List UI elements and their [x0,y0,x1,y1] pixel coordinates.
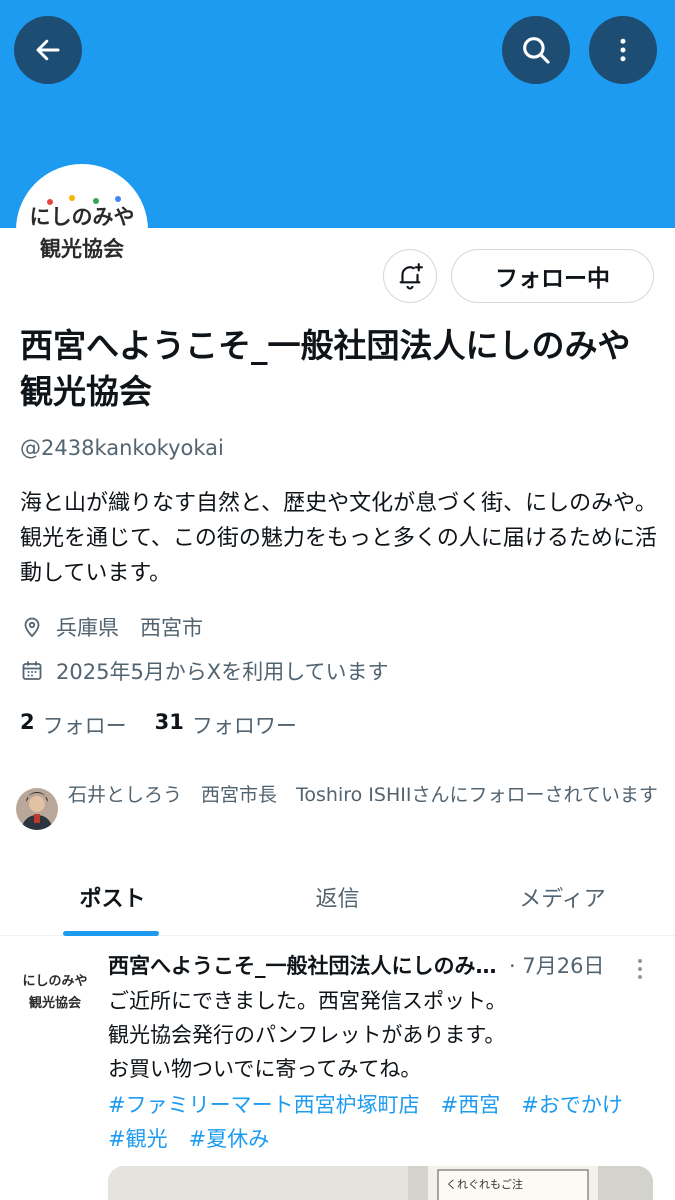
followers-count: 31 [154,710,184,734]
notify-button[interactable] [383,249,437,303]
post-media-image[interactable]: くれぐれもご注 [108,1166,653,1200]
profile-tabs: ポスト 返信 メディア [0,864,675,936]
followed-by-row[interactable]: 石井としろう 西宮市長 Toshiro ISHIIさんにフォローされています [16,780,666,830]
avatar-logo-text: にしのみや [22,974,87,989]
following-button[interactable]: フォロー中 [451,249,654,303]
post-avatar[interactable]: にしのみや 観光協会 [16,949,94,1027]
profile-bio: 海と山が織りなす自然と、歴史や文化が息づく街、にしのみや。 観光を通じて、この街… [20,491,657,586]
bell-plus-icon [399,263,423,290]
more-dot [638,967,642,971]
following-label: フォロー [42,714,127,738]
joined-text: 2025年5月からXを利用しています [56,660,389,684]
post-header: 西宮へようこそ_一般社団法人にしのみや観光協会 · 7月26日 [108,951,628,981]
hashtag-link[interactable]: #西宮 [441,1093,501,1117]
profile-avatar[interactable]: にしのみや 観光協会 [16,164,148,296]
post-more-button[interactable] [630,955,650,983]
tab-posts[interactable]: ポスト [0,864,225,936]
tab-label: ポスト [79,887,146,912]
avatar-logo-text: 観光協会 [40,237,124,261]
active-tab-indicator [63,931,159,936]
post-hashtags: #ファミリーマート西宮枦塚町店 #西宮 #おでかけ #観光 #夏休み [108,1088,653,1156]
profile-name: 西宮へようこそ_一般社団法人にしのみや観光協会 [20,326,631,411]
post-item[interactable]: にしのみや 観光協会 西宮へようこそ_一般社団法人にしのみや観光協会 · 7月2… [0,937,675,1200]
avatar-logo-text: にしのみや [30,205,135,229]
more-dot [638,975,642,979]
follow-counts: 2 フォロー 31 フォロワー [20,710,325,740]
more-vertical-icon [620,38,626,62]
arrow-left-icon [36,39,60,61]
tab-replies[interactable]: 返信 [225,864,450,935]
follower-avatar [16,788,58,830]
followers-count-link[interactable]: 31 フォロワー [155,710,297,740]
followed-by-text: 石井としろう 西宮市長 Toshiro ISHIIさんにフォローされています [68,784,658,806]
followers-label: フォロワー [191,714,297,738]
following-count: 2 [20,710,35,734]
more-dot [638,959,642,963]
hashtag-link[interactable]: #ファミリーマート西宮枦塚町店 [108,1093,420,1117]
location-text: 兵庫県 西宮市 [56,616,203,640]
avatar-logo-text: 観光協会 [28,995,82,1011]
more-button[interactable] [589,16,657,84]
hashtag-link[interactable]: #おでかけ [521,1093,623,1117]
calendar-icon [22,661,42,680]
location-pin-icon [24,617,40,638]
profile-handle: @2438kankokyokai [20,436,224,460]
media-sign-text: くれぐれもご注 [446,1177,523,1191]
search-button[interactable] [502,16,570,84]
post-text: ご近所にできました。西宮発信スポット。 観光協会発行のパンフレットがあります。 … [108,989,507,1081]
tab-label: 返信 [315,887,360,912]
post-date[interactable]: · 7月26日 [509,951,604,981]
hashtag-link[interactable]: #観光 [108,1127,168,1151]
back-button[interactable] [14,16,82,84]
profile-joined: 2025年5月からXを利用しています [20,656,389,686]
following-count-link[interactable]: 2 フォロー [20,710,127,740]
hashtag-link[interactable]: #夏休み [189,1127,270,1151]
tab-media[interactable]: メディア [450,864,675,935]
post-author[interactable]: 西宮へようこそ_一般社団法人にしのみや観光協会 [108,951,503,981]
profile-location: 兵庫県 西宮市 [20,612,203,642]
search-icon [523,37,550,64]
tab-label: メディア [519,887,606,912]
